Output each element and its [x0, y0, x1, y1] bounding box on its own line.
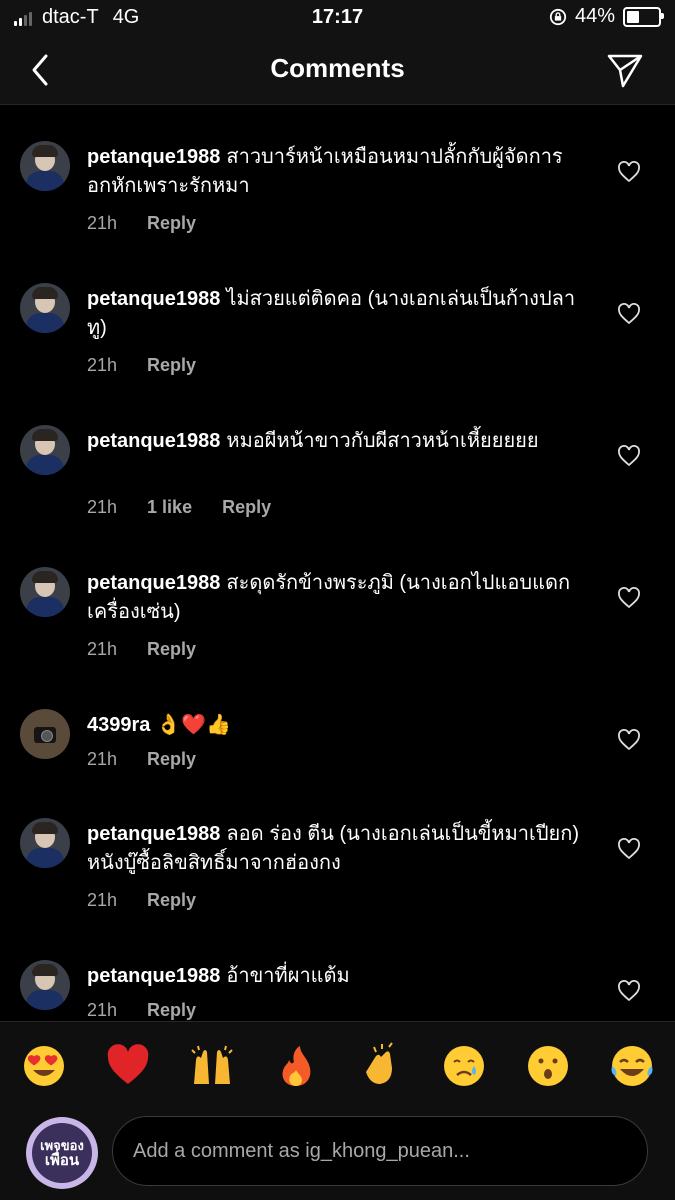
comment-username[interactable]: petanque1988 — [87, 572, 220, 594]
avatar[interactable] — [20, 141, 70, 191]
like-heart-icon[interactable] — [617, 161, 641, 183]
comment-body: petanque1988 ไม่สวยแต่ติดคอ (นางเอกเล่นเป… — [87, 285, 587, 343]
battery-icon — [623, 6, 664, 27]
comment-item: petanque1988 ลอด ร่อง ตีน (นางเอกเล่นเป็น… — [0, 818, 675, 958]
emoji-reaction-bar — [0, 1021, 675, 1112]
comment-time: 21h — [87, 890, 118, 910]
comment-item: petanque1988 สะดุดรักข้างพระภูมิ (นางเอกไ… — [0, 567, 675, 707]
comment-body: 4399ra 👌❤️👍 — [87, 711, 587, 740]
comment-text: 👌❤️👍 — [156, 714, 232, 736]
comment-meta: 21h Reply — [87, 749, 196, 770]
avatar[interactable] — [20, 567, 70, 617]
comment-item: petanque1988 สาวบาร์หน้าเหมือนหมาปลั้กกับ… — [0, 141, 675, 281]
like-heart-icon[interactable] — [617, 729, 641, 751]
comment-body: petanque1988 อ้าขาที่ผาแต้ม — [87, 962, 587, 991]
raised-hands-emoji-button[interactable] — [188, 1042, 236, 1090]
avatar[interactable] — [20, 960, 70, 1010]
comment-username[interactable]: 4399ra — [87, 714, 150, 736]
comment-meta: 21h Reply — [87, 890, 196, 911]
comment-meta: 21h 1 like Reply — [87, 497, 271, 518]
comment-item: petanque1988 อ้าขาที่ผาแต้ม 21h Reply — [0, 960, 675, 1021]
comment-username[interactable]: petanque1988 — [87, 146, 220, 168]
status-bar: dtac-T 4G 17:17 44% — [0, 0, 675, 36]
rotation-lock-icon — [549, 8, 567, 25]
fire-emoji-button[interactable] — [272, 1042, 320, 1090]
comment-meta: 21h Reply — [87, 639, 196, 660]
reply-button[interactable]: Reply — [147, 639, 196, 660]
comment-username[interactable]: petanque1988 — [87, 823, 220, 845]
comment-body: petanque1988 ลอด ร่อง ตีน (นางเอกเล่นเป็น… — [87, 820, 587, 878]
like-heart-icon[interactable] — [617, 445, 641, 467]
comment-body: petanque1988 สะดุดรักข้างพระภูมิ (นางเอกไ… — [87, 569, 587, 627]
reply-button[interactable]: Reply — [147, 213, 196, 234]
red-heart-emoji-button[interactable] — [104, 1042, 152, 1090]
avatar[interactable] — [20, 425, 70, 475]
reply-button[interactable]: Reply — [147, 890, 196, 911]
comment-composer: เพจของ เพื่อน Add a comment as ig_khong_… — [0, 1111, 675, 1200]
comment-time: 21h — [87, 355, 118, 375]
comment-item: petanque1988 ไม่สวยแต่ติดคอ (นางเอกเล่นเป… — [0, 283, 675, 423]
tears-of-joy-emoji-button[interactable] — [608, 1042, 656, 1090]
comment-body: petanque1988 สาวบาร์หน้าเหมือนหมาปลั้กกับ… — [87, 143, 587, 201]
avatar[interactable] — [20, 818, 70, 868]
comment-text: อ้าขาที่ผาแต้ม — [226, 965, 350, 987]
comment-item: petanque1988 หมอผีหน้าขาวกับผีสาวหน้าเหี้… — [0, 425, 675, 565]
send-direct-icon[interactable] — [605, 50, 645, 90]
add-comment-input[interactable]: Add a comment as ig_khong_puean... — [112, 1116, 648, 1186]
battery-percent: 44% — [574, 5, 615, 27]
avatar[interactable] — [20, 709, 70, 759]
comment-username[interactable]: petanque1988 — [87, 288, 220, 310]
comment-body: petanque1988 หมอผีหน้าขาวกับผีสาวหน้าเหี้… — [87, 427, 587, 456]
comments-list[interactable]: petanque1988 สาวบาร์หน้าเหมือนหมาปลั้กกับ… — [0, 105, 675, 1021]
likes-count[interactable]: 1 like — [147, 497, 192, 518]
comment-time: 21h — [87, 213, 118, 233]
avatar[interactable] — [20, 283, 70, 333]
comment-username[interactable]: petanque1988 — [87, 430, 220, 452]
reply-button[interactable]: Reply — [222, 497, 271, 518]
crying-face-emoji-button[interactable] — [440, 1042, 488, 1090]
comment-time: 21h — [87, 639, 118, 659]
comment-meta: 21h Reply — [87, 1000, 196, 1021]
like-heart-icon[interactable] — [617, 980, 641, 1002]
comment-time: 21h — [87, 749, 118, 769]
status-right: 44% — [549, 5, 664, 28]
reply-button[interactable]: Reply — [147, 355, 196, 376]
comments-header: Comments — [0, 36, 675, 105]
my-avatar[interactable]: เพจของ เพื่อน — [26, 1117, 98, 1189]
heart-eyes-emoji-button[interactable] — [20, 1042, 68, 1090]
like-heart-icon[interactable] — [617, 303, 641, 325]
page-title: Comments — [270, 53, 405, 83]
comment-meta: 21h Reply — [87, 355, 196, 376]
reply-button[interactable]: Reply — [147, 1000, 196, 1021]
clapping-hands-emoji-button[interactable] — [356, 1042, 404, 1090]
comment-meta: 21h Reply — [87, 213, 196, 234]
comment-text: หมอผีหน้าขาวกับผีสาวหน้าเหี้ยยยยย — [226, 430, 539, 452]
like-heart-icon[interactable] — [617, 838, 641, 860]
avatar-logo: เพจของ เพื่อน — [32, 1123, 92, 1183]
comment-username[interactable]: petanque1988 — [87, 965, 220, 987]
comment-time: 21h — [87, 497, 118, 517]
like-heart-icon[interactable] — [617, 587, 641, 609]
avatar-logo-line-1: เพจของ — [40, 1138, 84, 1153]
avatar-logo-line-2: เพื่อน — [44, 1152, 80, 1169]
reply-button[interactable]: Reply — [147, 749, 196, 770]
comment-time: 21h — [87, 1000, 118, 1020]
surprised-face-emoji-button[interactable] — [524, 1042, 572, 1090]
